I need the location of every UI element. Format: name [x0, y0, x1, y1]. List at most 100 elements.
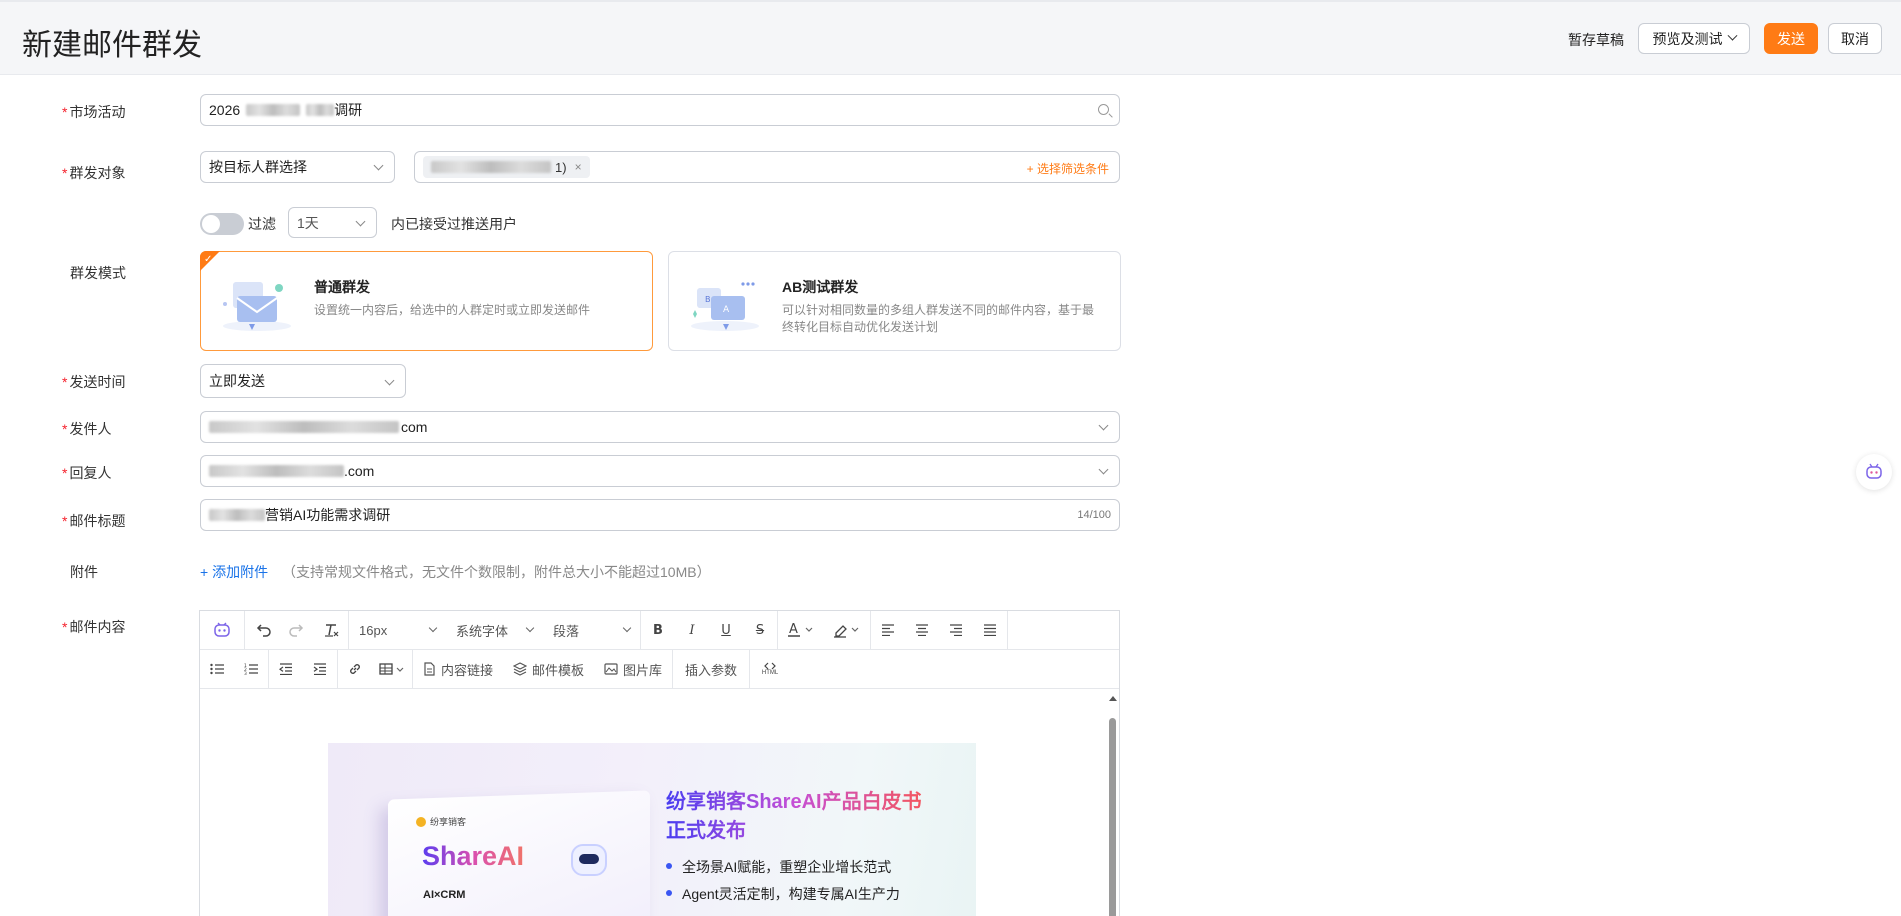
italic-icon[interactable]: I	[675, 611, 709, 650]
redacted-text	[209, 465, 344, 477]
ab-mail-illustration-icon: B A	[691, 282, 759, 331]
ai-assistant-icon[interactable]	[200, 611, 244, 650]
align-left-icon[interactable]	[871, 611, 905, 650]
underline-icon[interactable]: U	[709, 611, 743, 650]
font-color-icon[interactable]: A	[778, 611, 824, 650]
mail-template-button[interactable]: 邮件模板	[503, 650, 594, 689]
filter-label: 过滤	[248, 216, 276, 232]
redacted-text	[209, 509, 265, 521]
audience-label: * 群发对象	[62, 165, 126, 181]
html-source-icon[interactable]: HTML	[750, 650, 790, 689]
audience-tags-input[interactable]: 1) × + 选择筛选条件	[414, 151, 1120, 183]
editor-scrollbar[interactable]	[1109, 696, 1117, 916]
link-icon[interactable]	[338, 650, 372, 689]
chevron-down-icon	[622, 623, 632, 632]
search-icon[interactable]	[1098, 104, 1109, 115]
svg-text:A: A	[789, 622, 798, 637]
attachment-hint: （支持常规文件格式，无文件个数限制，附件总大小不能超过10MB）	[282, 564, 711, 580]
subject-value: 营销AI功能需求调研	[265, 507, 391, 523]
insert-param-button[interactable]: 插入参数	[673, 650, 749, 689]
image-icon	[604, 663, 618, 675]
cancel-button[interactable]: 取消	[1828, 23, 1882, 54]
sender-value-suffix: com	[401, 419, 428, 435]
send-time-label: * 发送时间	[62, 374, 126, 390]
send-time-value: 立即发送	[209, 373, 265, 389]
reply-to-select[interactable]: .com	[200, 455, 1120, 487]
undo-icon[interactable]	[245, 611, 280, 650]
align-justify-icon[interactable]	[973, 611, 1007, 650]
numbered-list-icon[interactable]: 123	[234, 650, 268, 689]
svg-text:3: 3	[244, 671, 247, 675]
robot-icon	[571, 844, 607, 876]
audience-mode-value: 按目标人群选择	[209, 159, 307, 175]
filter-period-value: 1天	[297, 214, 319, 231]
align-center-icon[interactable]	[905, 611, 939, 650]
audience-mode-select[interactable]: 按目标人群选择	[200, 151, 395, 183]
bold-icon[interactable]: B	[641, 611, 675, 650]
redacted-text	[431, 161, 551, 173]
sender-label: * 发件人	[62, 421, 112, 437]
content-link-button[interactable]: 内容链接	[413, 650, 503, 689]
sender-select[interactable]: com	[200, 411, 1120, 443]
image-library-button[interactable]: 图片库	[594, 650, 672, 689]
chevron-down-icon	[384, 375, 395, 386]
redacted-text	[306, 104, 335, 116]
image-library-label: 图片库	[623, 662, 663, 678]
clear-format-icon[interactable]	[314, 611, 348, 650]
campaign-value-prefix: 2026	[209, 102, 241, 118]
align-right-icon[interactable]	[939, 611, 973, 650]
filter-toggle[interactable]	[200, 213, 244, 235]
font-size-value: 16px	[359, 622, 388, 638]
mail-illustration-icon	[223, 282, 291, 331]
chevron-down-icon	[1727, 30, 1737, 41]
page-title: 新建邮件群发	[22, 29, 202, 62]
campaign-input[interactable]: 2026 调研	[200, 94, 1120, 126]
scrollbar-thumb[interactable]	[1109, 718, 1116, 916]
check-icon: ✓	[204, 254, 213, 265]
send-time-select[interactable]: 立即发送	[200, 364, 406, 398]
chevron-down-icon	[1098, 420, 1109, 431]
add-attachment-link[interactable]: + 添加附件	[200, 562, 268, 582]
scroll-up-icon[interactable]	[1109, 696, 1117, 701]
preview-test-button[interactable]: 预览及测试	[1638, 23, 1750, 54]
subject-label: * 邮件标题	[62, 513, 126, 529]
normal-send-title: 普通群发	[314, 279, 370, 295]
close-icon[interactable]: ×	[575, 160, 582, 174]
send-button[interactable]: 发送	[1764, 23, 1818, 54]
highlight-icon[interactable]	[824, 611, 870, 650]
subject-input[interactable]: 营销AI功能需求调研 14/100	[200, 499, 1120, 531]
font-size-select[interactable]: 16px	[349, 611, 446, 650]
redacted-text	[209, 421, 399, 433]
normal-send-desc: 设置统一内容后，给选中的人群定时或立即发送邮件	[314, 303, 591, 317]
filter-period-select[interactable]: 1天	[288, 207, 377, 238]
subject-counter: 14/100	[1077, 509, 1111, 521]
banner-title: 纷享销客ShareAI产品白皮书 正式发布	[666, 788, 922, 846]
layers-icon	[513, 662, 528, 676]
editor-toolbar-row-1: 16px 系统字体 段落 B I U S A	[200, 610, 1119, 650]
ab-test-card[interactable]: B A AB测试群发 可以针对相同数量的多组人群发送不同的邮件内容，基于最终转化…	[668, 251, 1121, 351]
chevron-down-icon	[428, 623, 438, 632]
strikethrough-icon[interactable]: S	[743, 611, 777, 650]
ab-test-desc: 可以针对相同数量的多组人群发送不同的邮件内容，基于最终转化目标自动优化发送计划	[782, 303, 1095, 334]
save-draft-button[interactable]: 暂存草稿	[1568, 30, 1624, 50]
reply-to-label: * 回复人	[62, 465, 112, 481]
outdent-icon[interactable]	[269, 650, 303, 689]
paragraph-select[interactable]: 段落	[543, 611, 640, 650]
send-mode-label: 群发模式	[70, 265, 126, 281]
normal-send-card[interactable]: ✓ 普通群发 设置统一内容后，给选中的人群定时或立即发送邮件	[200, 251, 653, 351]
editor-toolbar-row-2: 123 内容链接 邮件模板 图片库 插入参数 HTML	[200, 649, 1119, 689]
font-family-value: 系统字体	[456, 623, 509, 639]
whitepaper-banner-image: 纷享销客 ShareAI AI×CRM 纷享销客ShareAI产品白皮书 正式发…	[328, 743, 976, 916]
redo-icon[interactable]	[280, 611, 314, 650]
indent-icon[interactable]	[303, 650, 337, 689]
audience-tag[interactable]: 1) ×	[423, 156, 590, 178]
bullet-list-icon[interactable]	[200, 650, 234, 689]
table-icon[interactable]	[372, 650, 412, 689]
audience-tag-label: 1)	[555, 159, 567, 175]
select-filter-link[interactable]: + 选择筛选条件	[1027, 160, 1109, 177]
chevron-down-icon	[525, 623, 535, 632]
banner-bullet: 全场景AI赋能，重塑企业增长范式	[666, 857, 900, 884]
font-family-select[interactable]: 系统字体	[446, 611, 543, 650]
redacted-text	[246, 104, 301, 116]
ai-assistant-float-button[interactable]	[1856, 454, 1892, 490]
